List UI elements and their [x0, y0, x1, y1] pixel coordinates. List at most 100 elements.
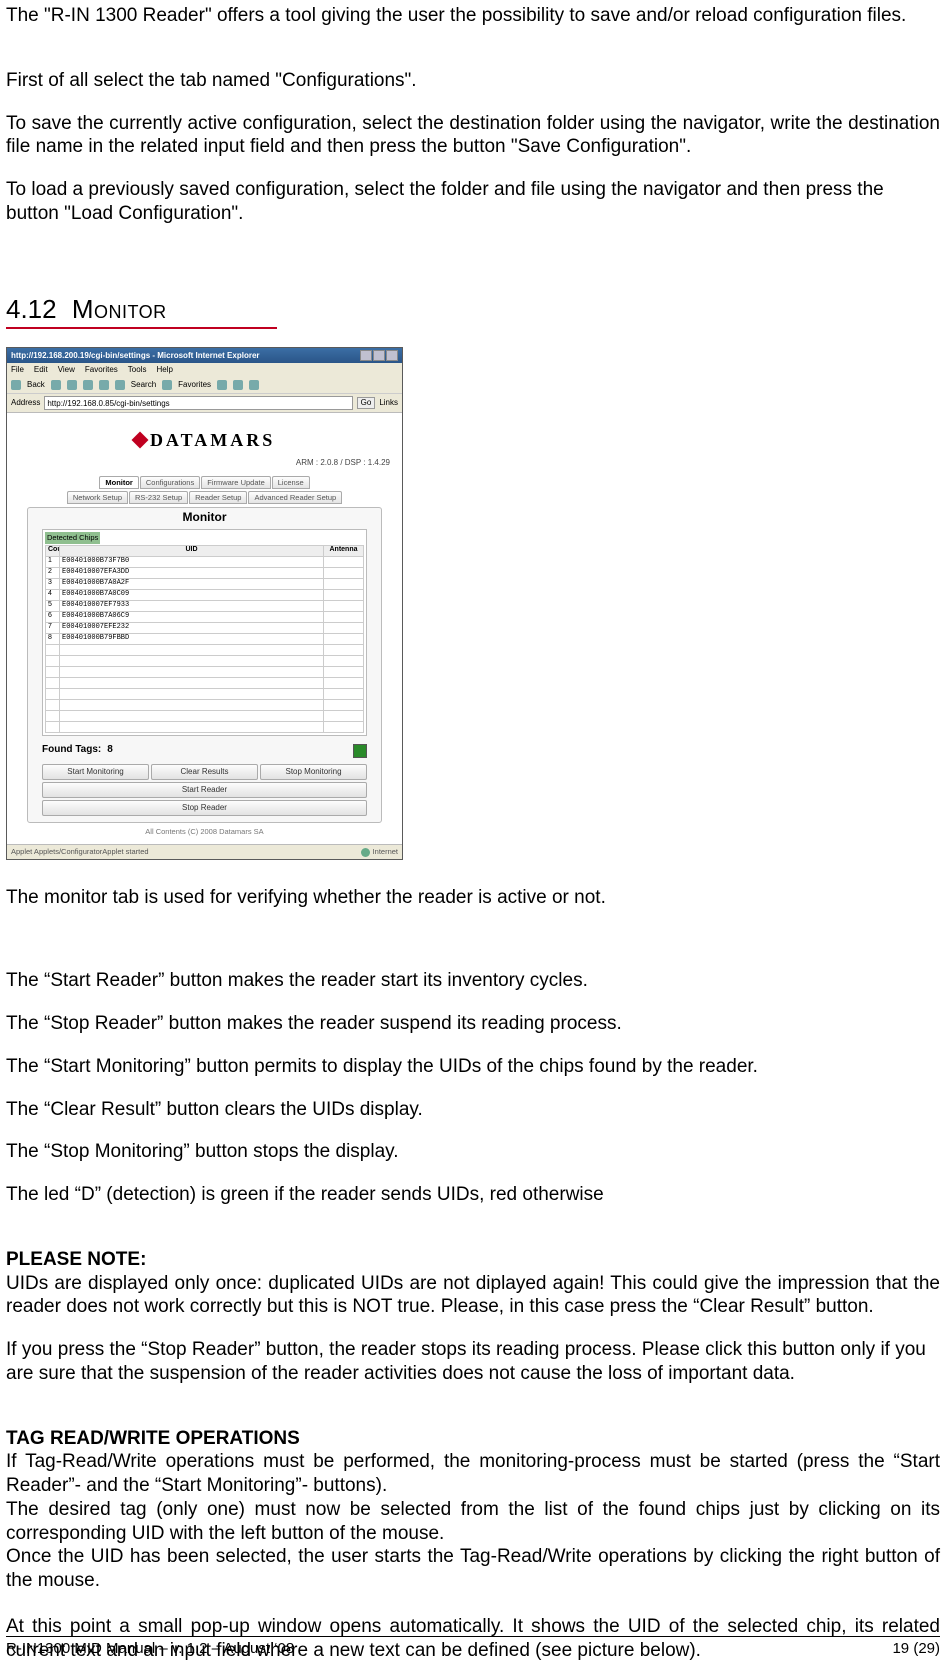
- table-row[interactable]: [46, 677, 364, 688]
- cell-count: 5: [46, 600, 60, 611]
- chips-table[interactable]: Count UID Antenna 1E00401000B73F7B02E004…: [45, 545, 364, 733]
- cell-antenna: [324, 556, 364, 567]
- table-row[interactable]: [46, 644, 364, 655]
- tab-firmware-update[interactable]: Firmware Update: [201, 476, 271, 489]
- table-row[interactable]: [46, 699, 364, 710]
- tab-monitor[interactable]: Monitor: [99, 476, 139, 489]
- table-row[interactable]: 7E004010007EFE232: [46, 622, 364, 633]
- tab-rs232-setup[interactable]: RS-232 Setup: [129, 491, 188, 504]
- links-label[interactable]: Links: [379, 398, 398, 408]
- cell-count: 1: [46, 556, 60, 567]
- menu-edit[interactable]: Edit: [34, 365, 48, 375]
- cell-antenna: [324, 622, 364, 633]
- tab-configurations[interactable]: Configurations: [140, 476, 200, 489]
- table-row[interactable]: [46, 721, 364, 732]
- cell-antenna: [324, 578, 364, 589]
- tabs-row-2: Network Setup RS-232 Setup Reader Setup …: [13, 491, 396, 504]
- menu-file[interactable]: File: [11, 365, 24, 375]
- monitor-panel: Monitor Detected Chips Count UID Antenna: [27, 507, 382, 822]
- found-tags-label: Found Tags:: [42, 744, 101, 757]
- tabs-row-1: Monitor Configurations Firmware Update L…: [13, 476, 396, 489]
- cell-uid: E00401000B79FBBD: [60, 633, 324, 644]
- table-row[interactable]: 3E00401000B7A0A2F: [46, 578, 364, 589]
- status-message: Applet Applets/ConfiguratorApplet starte…: [11, 847, 149, 857]
- search-button[interactable]: Search: [131, 380, 156, 390]
- table-row[interactable]: 6E00401000B7A06C9: [46, 611, 364, 622]
- table-row[interactable]: 1E00401000B73F7B0: [46, 556, 364, 567]
- refresh-icon[interactable]: [83, 380, 93, 390]
- note-paragraph-1: UIDs are displayed only once: duplicated…: [6, 1272, 940, 1320]
- close-icon[interactable]: [386, 350, 398, 361]
- desc-line-2: The “Stop Reader” button makes the reade…: [6, 1012, 940, 1036]
- tag-ops-paragraph-2: The desired tag (only one) must now be s…: [6, 1498, 940, 1546]
- table-row[interactable]: 8E00401000B79FBBD: [46, 633, 364, 644]
- desc-line-3: The “Start Monitoring” button permits to…: [6, 1055, 940, 1079]
- table-row[interactable]: 5E004010007EF7933: [46, 600, 364, 611]
- col-antenna: Antenna: [324, 545, 364, 556]
- stop-reader-button[interactable]: Stop Reader: [42, 800, 367, 816]
- mail-icon[interactable]: [233, 380, 243, 390]
- tab-network-setup[interactable]: Network Setup: [67, 491, 128, 504]
- please-note-heading: PLEASE NOTE:: [6, 1248, 940, 1272]
- stop-icon[interactable]: [67, 380, 77, 390]
- section-heading: 4.12 Monitor: [6, 293, 277, 330]
- table-row[interactable]: [46, 666, 364, 677]
- forward-icon[interactable]: [51, 380, 61, 390]
- table-row[interactable]: [46, 710, 364, 721]
- table-row[interactable]: 2E004010007EFA3DD: [46, 567, 364, 578]
- detected-chips-box: Detected Chips Count UID Antenna 1E00401…: [42, 529, 367, 735]
- back-button[interactable]: Back: [27, 380, 45, 390]
- browser-toolbar: Back Search Favorites: [7, 377, 402, 394]
- tag-ops-paragraph-1: If Tag-Read/Write operations must be per…: [6, 1450, 940, 1498]
- footer-left: R-IN1300 MID Manual – v. 1.2 – August ‘0…: [6, 1640, 294, 1659]
- detection-led-icon: [353, 744, 367, 758]
- cell-uid: E00401000B7A0C09: [60, 589, 324, 600]
- menu-favorites[interactable]: Favorites: [85, 365, 118, 375]
- found-tags-value: 8: [107, 744, 113, 757]
- address-label: Address: [11, 398, 40, 408]
- stop-monitoring-button[interactable]: Stop Monitoring: [260, 764, 367, 780]
- cell-antenna: [324, 633, 364, 644]
- browser-menu-bar: File Edit View Favorites Tools Help: [7, 363, 402, 377]
- found-tags-row: Found Tags: 8: [28, 740, 381, 762]
- search-icon[interactable]: [115, 380, 125, 390]
- print-icon[interactable]: [249, 380, 259, 390]
- menu-view[interactable]: View: [58, 365, 75, 375]
- cell-count: 7: [46, 622, 60, 633]
- home-icon[interactable]: [99, 380, 109, 390]
- tab-license[interactable]: License: [272, 476, 310, 489]
- datamars-logo: DATAMARS: [13, 429, 396, 452]
- go-button[interactable]: Go: [357, 397, 376, 409]
- cell-antenna: [324, 589, 364, 600]
- intro-paragraph-2: First of all select the tab named "Confi…: [6, 69, 940, 93]
- back-icon[interactable]: [11, 380, 21, 390]
- favorites-icon[interactable]: [162, 380, 172, 390]
- history-icon[interactable]: [217, 380, 227, 390]
- favorites-button[interactable]: Favorites: [178, 380, 211, 390]
- cell-count: 2: [46, 567, 60, 578]
- minimize-icon[interactable]: [360, 350, 372, 361]
- section-title: Monitor: [72, 294, 167, 324]
- monitoring-buttons-row: Start Monitoring Clear Results Stop Moni…: [42, 764, 367, 780]
- start-reader-button[interactable]: Start Reader: [42, 782, 367, 798]
- table-row[interactable]: 4E00401000B7A0C09: [46, 589, 364, 600]
- tab-advanced-reader-setup[interactable]: Advanced Reader Setup: [248, 491, 342, 504]
- start-monitoring-button[interactable]: Start Monitoring: [42, 764, 149, 780]
- cell-uid: E004010007EFA3DD: [60, 567, 324, 578]
- table-row[interactable]: [46, 688, 364, 699]
- tab-reader-setup[interactable]: Reader Setup: [189, 491, 247, 504]
- maximize-icon[interactable]: [373, 350, 385, 361]
- tag-ops-paragraph-3: Once the UID has been selected, the user…: [6, 1545, 940, 1593]
- footer-right: 19 (29): [892, 1640, 940, 1659]
- clear-results-button[interactable]: Clear Results: [151, 764, 258, 780]
- menu-help[interactable]: Help: [156, 365, 172, 375]
- cell-count: 3: [46, 578, 60, 589]
- browser-window: http://192.168.200.19/cgi-bin/settings -…: [6, 347, 403, 860]
- menu-tools[interactable]: Tools: [128, 365, 147, 375]
- cell-uid: E004010007EF7933: [60, 600, 324, 611]
- internet-zone-label: Internet: [373, 847, 398, 856]
- cell-uid: E004010007EFE232: [60, 622, 324, 633]
- desc-line-6: The led “D” (detection) is green if the …: [6, 1183, 940, 1207]
- table-row[interactable]: [46, 655, 364, 666]
- address-input[interactable]: [44, 396, 352, 410]
